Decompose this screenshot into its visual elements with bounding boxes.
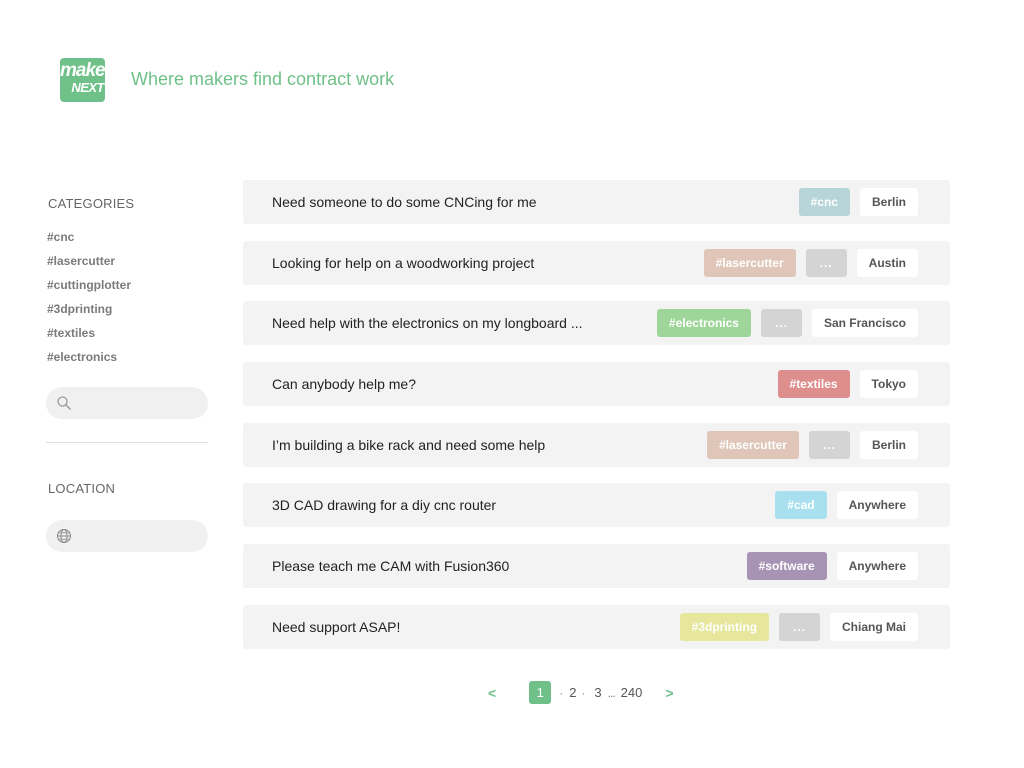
location-heading: LOCATION bbox=[48, 481, 116, 496]
listing-chips: #textiles Tokyo bbox=[777, 370, 918, 399]
last-page-button[interactable]: 240 bbox=[621, 685, 643, 700]
pagination: < 1 · 2 · 3 ... 240 > bbox=[488, 681, 674, 704]
listing-row[interactable]: 3D CAD drawing for a diy cnc router #cad… bbox=[243, 483, 950, 528]
listing-title[interactable]: I’m building a bike rack and need some h… bbox=[272, 423, 545, 467]
tag-chip[interactable]: #textiles bbox=[777, 370, 850, 399]
location-chip[interactable]: Berlin bbox=[859, 188, 918, 216]
more-tags-chip[interactable]: ... bbox=[778, 612, 820, 641]
listing-row[interactable]: Need someone to do some CNCing for me #c… bbox=[243, 180, 950, 224]
listing-title[interactable]: 3D CAD drawing for a diy cnc router bbox=[272, 483, 496, 527]
listing-chips: #3dprinting ... Chiang Mai bbox=[679, 612, 918, 641]
more-tags-chip[interactable]: ... bbox=[808, 430, 850, 459]
listing-title[interactable]: Need help with the electronics on my lon… bbox=[272, 301, 583, 345]
location-chip[interactable]: Anywhere bbox=[836, 491, 918, 520]
listing-title[interactable]: Need support ASAP! bbox=[272, 605, 400, 649]
location-chip[interactable]: Berlin bbox=[859, 430, 918, 459]
location-search-input[interactable] bbox=[80, 526, 202, 548]
tag-chip[interactable]: #lasercutter bbox=[703, 248, 796, 277]
category-item-electronics[interactable]: #electronics bbox=[47, 349, 131, 373]
location-chip[interactable]: Anywhere bbox=[836, 552, 918, 581]
page: make NEXT Where makers find contract wor… bbox=[0, 0, 1024, 768]
category-search-field[interactable] bbox=[46, 387, 208, 419]
listing-chips: #cnc Berlin bbox=[798, 188, 918, 216]
listing-chips: #software Anywhere bbox=[746, 552, 918, 581]
listing-title[interactable]: Can anybody help me? bbox=[272, 362, 416, 406]
logo-text-next: NEXT bbox=[71, 80, 104, 95]
listing-chips: #lasercutter ... Austin bbox=[703, 248, 918, 277]
location-chip[interactable]: Austin bbox=[856, 248, 918, 277]
tag-chip[interactable]: #3dprinting bbox=[679, 612, 769, 641]
tag-chip[interactable]: #lasercutter bbox=[706, 430, 799, 459]
page-3-button[interactable]: 3 bbox=[594, 685, 601, 700]
listing-row[interactable]: Please teach me CAM with Fusion360 #soft… bbox=[243, 544, 950, 589]
location-chip[interactable]: San Francisco bbox=[811, 309, 918, 338]
listing-row[interactable]: Need help with the electronics on my lon… bbox=[243, 301, 950, 346]
page-separator: · bbox=[559, 685, 564, 700]
sidebar-divider bbox=[46, 442, 208, 443]
listing-row[interactable]: I’m building a bike rack and need some h… bbox=[243, 422, 950, 467]
more-tags-chip[interactable]: ... bbox=[805, 248, 847, 277]
category-list: #cnc #lasercutter #cuttingplotter #3dpri… bbox=[47, 229, 131, 373]
categories-heading: CATEGORIES bbox=[48, 196, 135, 211]
listing-title[interactable]: Need someone to do some CNCing for me bbox=[272, 180, 537, 224]
category-item-cuttingplotter[interactable]: #cuttingplotter bbox=[47, 277, 131, 301]
listing-row[interactable]: Looking for help on a woodworking projec… bbox=[243, 240, 950, 285]
tag-chip[interactable]: #software bbox=[746, 552, 827, 581]
category-item-lasercutter[interactable]: #lasercutter bbox=[47, 253, 131, 277]
site-tagline: Where makers find contract work bbox=[131, 69, 395, 89]
listing-title[interactable]: Looking for help on a woodworking projec… bbox=[272, 241, 534, 285]
page-ellipsis: ... bbox=[607, 685, 616, 700]
makenext-logo[interactable]: make NEXT bbox=[60, 58, 105, 102]
page-2-button[interactable]: 2 bbox=[569, 685, 576, 700]
next-page-button[interactable]: > bbox=[665, 685, 673, 701]
listing-row[interactable]: Can anybody help me? #textiles Tokyo bbox=[243, 362, 950, 407]
category-item-cnc[interactable]: #cnc bbox=[47, 229, 131, 253]
listing-row[interactable]: Need support ASAP! #3dprinting ... Chian… bbox=[243, 604, 950, 649]
search-icon bbox=[56, 395, 72, 411]
location-search-field[interactable] bbox=[46, 520, 208, 552]
location-chip[interactable]: Tokyo bbox=[859, 370, 918, 399]
more-tags-chip[interactable]: ... bbox=[760, 309, 802, 338]
globe-icon bbox=[56, 528, 72, 544]
category-search-input[interactable] bbox=[80, 393, 202, 415]
logo-text-make: make bbox=[60, 60, 105, 81]
prev-page-button[interactable]: < bbox=[488, 685, 496, 701]
listing-list: Need someone to do some CNCing for me #c… bbox=[243, 180, 950, 666]
category-item-textiles[interactable]: #textiles bbox=[47, 325, 131, 349]
location-chip[interactable]: Chiang Mai bbox=[829, 612, 918, 641]
listing-chips: #electronics ... San Francisco bbox=[656, 309, 918, 338]
listing-title[interactable]: Please teach me CAM with Fusion360 bbox=[272, 544, 509, 588]
listing-chips: #cad Anywhere bbox=[775, 491, 918, 520]
listing-chips: #lasercutter ... Berlin bbox=[706, 430, 918, 459]
category-item-3dprinting[interactable]: #3dprinting bbox=[47, 301, 131, 325]
page-separator: · bbox=[581, 685, 586, 700]
page-1-button[interactable]: 1 bbox=[529, 681, 552, 704]
tag-chip[interactable]: #cnc bbox=[798, 188, 850, 216]
tag-chip[interactable]: #electronics bbox=[656, 309, 751, 338]
tag-chip[interactable]: #cad bbox=[775, 491, 827, 520]
